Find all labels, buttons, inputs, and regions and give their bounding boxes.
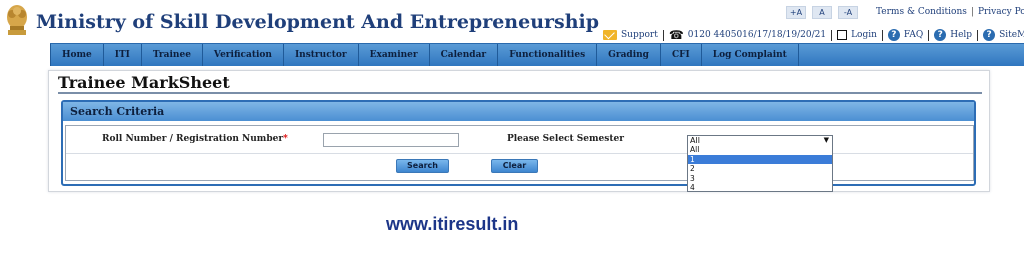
nav-item-functionalities[interactable]: Functionalities bbox=[498, 44, 598, 66]
utility-bar: Support ☎ 0120 4405016/17/18/19/20/21 Lo… bbox=[603, 27, 1024, 43]
link-separator: | bbox=[970, 7, 974, 17]
divider bbox=[831, 29, 833, 41]
privacy-link[interactable]: Privacy Policy bbox=[978, 7, 1024, 17]
divider bbox=[928, 29, 930, 41]
terms-link[interactable]: Terms & Conditions bbox=[876, 7, 967, 17]
semester-option-all[interactable]: All bbox=[688, 145, 832, 155]
divider bbox=[977, 29, 979, 41]
national-emblem-logo bbox=[2, 2, 32, 38]
faq-label: FAQ bbox=[903, 30, 924, 40]
semester-option-3[interactable]: 3 bbox=[688, 174, 832, 184]
semester-option-4[interactable]: 4 bbox=[688, 183, 832, 191]
nav-item-trainee[interactable]: Trainee bbox=[142, 44, 203, 66]
top-links: Terms & Conditions| Privacy Policy bbox=[876, 7, 1024, 17]
watermark-text: www.itiresult.in bbox=[386, 214, 519, 234]
font-increase-button[interactable]: +A bbox=[786, 6, 806, 19]
nav-item-instructor[interactable]: Instructor bbox=[284, 44, 359, 66]
nav-item-examiner[interactable]: Examiner bbox=[359, 44, 430, 66]
semester-option-1[interactable]: 1 bbox=[688, 154, 832, 164]
nav-item-iti[interactable]: ITI bbox=[104, 44, 142, 66]
semester-dropdown-list: All 1 2 3 4 bbox=[687, 145, 833, 192]
help-label: Help bbox=[950, 30, 973, 40]
faq-link[interactable]: ? FAQ bbox=[887, 29, 924, 41]
semester-option-2[interactable]: 2 bbox=[688, 164, 832, 174]
font-normal-button[interactable]: A bbox=[812, 6, 832, 19]
nav-item-cfi[interactable]: CFI bbox=[661, 44, 702, 66]
site-title: Ministry of Skill Development And Entrep… bbox=[36, 11, 600, 33]
sitemap-link[interactable]: ? SiteMap bbox=[983, 29, 1024, 41]
required-mark: * bbox=[283, 134, 288, 144]
nav-item-verification[interactable]: Verification bbox=[203, 44, 284, 66]
roll-number-label-text: Roll Number / Registration Number bbox=[102, 134, 284, 144]
nav-item-home[interactable]: Home bbox=[50, 44, 104, 66]
phone-icon: ☎ bbox=[668, 28, 684, 42]
heading-divider bbox=[58, 92, 982, 94]
phone-number: 0120 4405016/17/18/19/20/21 bbox=[687, 30, 827, 40]
form-row-divider bbox=[66, 153, 973, 154]
phone-info: ☎ 0120 4405016/17/18/19/20/21 bbox=[668, 28, 827, 42]
nav-item-calendar[interactable]: Calendar bbox=[430, 44, 499, 66]
clear-button[interactable]: Clear bbox=[491, 159, 538, 173]
support-label: Support bbox=[621, 30, 658, 40]
help-icon: ? bbox=[934, 29, 947, 41]
search-button[interactable]: Search bbox=[396, 159, 449, 173]
roll-number-label: Roll Number / Registration Number* bbox=[102, 134, 288, 144]
login-label: Login bbox=[851, 30, 877, 40]
font-decrease-button[interactable]: -A bbox=[838, 6, 858, 19]
semester-label: Please Select Semester bbox=[507, 134, 624, 144]
support-link[interactable]: Support bbox=[603, 30, 658, 40]
help-link[interactable]: ? Help bbox=[934, 29, 972, 41]
question-icon: ? bbox=[887, 29, 900, 41]
divider bbox=[662, 29, 664, 41]
sitemap-label: SiteMap bbox=[999, 30, 1024, 40]
nav-item-log-complaint[interactable]: Log Complaint bbox=[702, 44, 799, 66]
dropdown-arrow-icon: ▼ bbox=[823, 136, 829, 144]
main-nav: Home ITI Trainee Verification Instructor… bbox=[50, 43, 1024, 66]
login-icon bbox=[837, 30, 848, 40]
login-link[interactable]: Login bbox=[837, 30, 877, 40]
semester-selected-value: All bbox=[690, 136, 700, 145]
divider bbox=[881, 29, 883, 41]
roll-number-input[interactable] bbox=[323, 133, 459, 147]
panel-title: Search Criteria bbox=[63, 102, 974, 121]
sitemap-icon: ? bbox=[983, 29, 996, 41]
page-title: Trainee MarkSheet bbox=[58, 73, 230, 92]
mail-icon bbox=[603, 30, 617, 40]
nav-item-grading[interactable]: Grading bbox=[597, 44, 661, 66]
font-size-controls: +A A -A bbox=[786, 6, 858, 19]
